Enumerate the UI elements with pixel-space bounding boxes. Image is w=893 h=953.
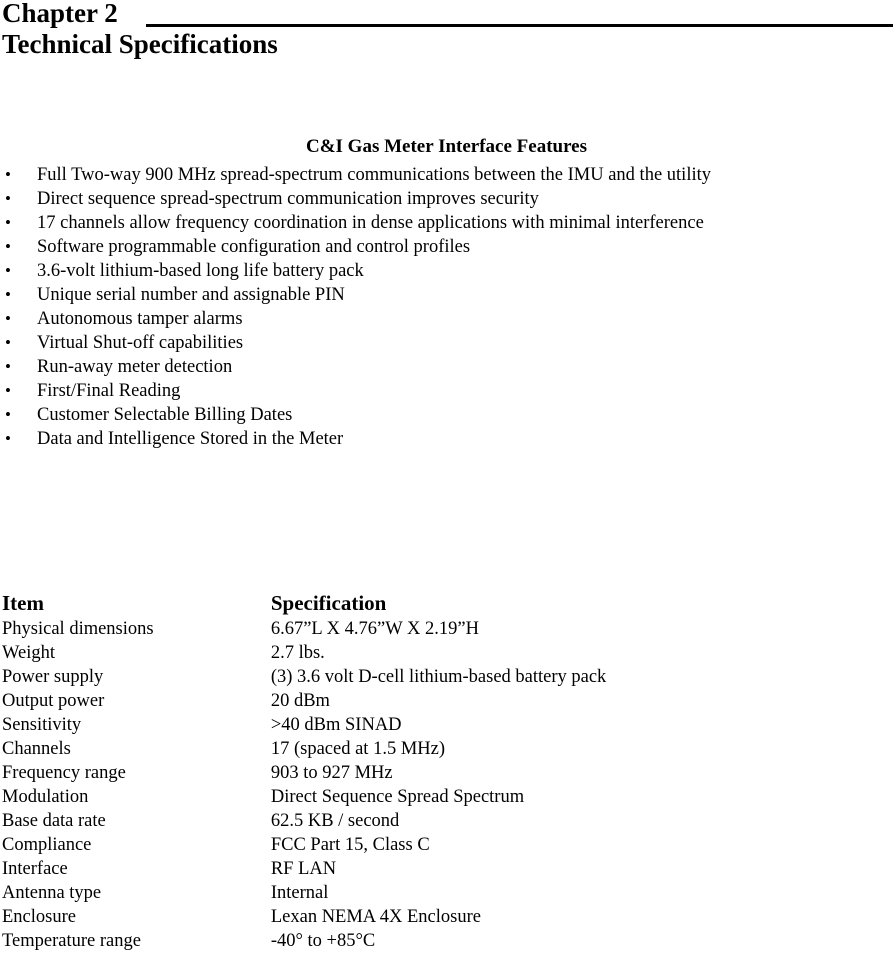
- bullet-icon: •: [5, 405, 11, 424]
- spec-cell-specification: 17 (spaced at 1.5 MHz): [270, 739, 445, 759]
- spec-cell-item: Physical dimensions: [2, 619, 154, 639]
- bullet-icon: •: [5, 333, 11, 352]
- bullet-icon: •: [5, 285, 11, 304]
- feature-item-label: Software programmable configuration and …: [37, 237, 471, 257]
- feature-item-label: First/Final Reading: [37, 381, 181, 401]
- spec-cell-item: Temperature range: [2, 931, 141, 951]
- spec-cell-specification: 6.67”L X 4.76”W X 2.19”H: [270, 619, 479, 639]
- bullet-icon: •: [5, 237, 11, 256]
- spec-cell-specification: 903 to 927 MHz: [270, 763, 393, 783]
- feature-list-item: • Full Two-way 900 MHz spread-spectrum co…: [0, 163, 893, 187]
- header-divider-rule: [146, 24, 893, 27]
- bullet-icon: •: [5, 381, 11, 400]
- chapter-label: Chapter 2: [2, 0, 118, 28]
- table-row: Enclosure Lexan NEMA 4X Enclosure: [0, 905, 893, 929]
- spec-cell-specification: FCC Part 15, Class C: [270, 835, 430, 855]
- feature-list-item: • Data and Intelligence Stored in the Met…: [0, 427, 893, 451]
- table-row: Antenna type Internal: [0, 881, 893, 905]
- spec-cell-specification: -40° to +85°C: [270, 931, 376, 951]
- table-row: Sensitivity >40 dBm SINAD: [0, 713, 893, 737]
- spec-table-header-row: Item Specification: [0, 590, 893, 617]
- bullet-icon: •: [5, 429, 11, 448]
- feature-list-item: • Direct sequence spread-spectrum communi…: [0, 187, 893, 211]
- feature-list-item: • 3.6-volt lithium-based long life batter…: [0, 259, 893, 283]
- feature-item-label: Customer Selectable Billing Dates: [37, 405, 293, 425]
- spec-cell-item: Power supply: [2, 667, 104, 687]
- table-row: Temperature range -40° to +85°C: [0, 929, 893, 953]
- feature-item-label: Autonomous tamper alarms: [37, 309, 243, 329]
- feature-list-item: • 17 channels allow frequency coordinatio…: [0, 211, 893, 235]
- table-row: Interface RF LAN: [0, 857, 893, 881]
- table-row: Weight 2.7 lbs.: [0, 641, 893, 665]
- spec-cell-item: Weight: [2, 643, 55, 663]
- table-row: Modulation Direct Sequence Spread Spectru…: [0, 785, 893, 809]
- table-row: Power supply (3) 3.6 volt D-cell lithium-…: [0, 665, 893, 689]
- table-row: Base data rate 62.5 KB / second: [0, 809, 893, 833]
- spec-cell-item: Compliance: [2, 835, 92, 855]
- feature-item-label: Virtual Shut-off capabilities: [37, 333, 244, 353]
- spec-table-head: Item Specification: [0, 590, 893, 617]
- bullet-icon: •: [5, 357, 11, 376]
- spec-cell-item: Frequency range: [2, 763, 126, 783]
- bullet-icon: •: [5, 213, 11, 232]
- feature-list-item: • Autonomous tamper alarms: [0, 307, 893, 331]
- spec-cell-specification: Lexan NEMA 4X Enclosure: [270, 907, 481, 927]
- table-row: Physical dimensions 6.67”L X 4.76”W X 2.1…: [0, 617, 893, 641]
- spec-cell-item: Enclosure: [2, 907, 76, 927]
- feature-item-label: Direct sequence spread-spectrum communic…: [37, 189, 539, 209]
- table-row: Channels 17 (spaced at 1.5 MHz): [0, 737, 893, 761]
- feature-item-label: Run-away meter detection: [37, 357, 233, 377]
- spec-cell-specification: Internal: [270, 883, 329, 903]
- bullet-icon: •: [5, 261, 11, 280]
- feature-item-label: Unique serial number and assignable PIN: [37, 285, 345, 305]
- bullet-icon: •: [5, 165, 11, 184]
- feature-list: • Full Two-way 900 MHz spread-spectrum co…: [0, 163, 893, 451]
- chapter-subtitle: Technical Specifications: [2, 29, 278, 59]
- feature-list-item: • Unique serial number and assignable PIN: [0, 283, 893, 307]
- table-row: Compliance FCC Part 15, Class C: [0, 833, 893, 857]
- spec-cell-item: Antenna type: [2, 883, 102, 903]
- spec-cell-specification: >40 dBm SINAD: [270, 715, 402, 735]
- feature-item-label: Full Two-way 900 MHz spread-spectrum com…: [37, 165, 711, 185]
- chapter-header: Chapter 2 Technical Specifications: [0, 0, 893, 59]
- feature-list-item: • Customer Selectable Billing Dates: [0, 403, 893, 427]
- spec-cell-item: Output power: [2, 691, 105, 711]
- spec-cell-specification: 2.7 lbs.: [270, 643, 325, 663]
- table-row: Output power 20 dBm: [0, 689, 893, 713]
- spec-cell-item: Modulation: [2, 787, 89, 807]
- spec-cell-item: Interface: [2, 859, 68, 879]
- spec-cell-specification: (3) 3.6 volt D-cell lithium-based batter…: [270, 667, 607, 687]
- spec-cell-item: Sensitivity: [2, 715, 82, 735]
- feature-item-label: 3.6-volt lithium-based long life battery…: [37, 261, 364, 281]
- features-heading: C&I Gas Meter Interface Features: [305, 136, 588, 157]
- feature-list-item: • Virtual Shut-off capabilities: [0, 331, 893, 355]
- spec-cell-specification: RF LAN: [270, 859, 337, 879]
- feature-list-item: • Run-away meter detection: [0, 355, 893, 379]
- spec-header-item: Item: [2, 591, 44, 615]
- chapter-title-row: Chapter 2: [0, 0, 893, 29]
- spec-cell-specification: Direct Sequence Spread Spectrum: [270, 787, 525, 807]
- spec-cell-item: Channels: [2, 739, 71, 759]
- spec-cell-specification: 20 dBm: [270, 691, 330, 711]
- bullet-icon: •: [5, 309, 11, 328]
- specification-table: Item Specification Physical dimensions 6.…: [0, 590, 893, 953]
- table-row: Frequency range 903 to 927 MHz: [0, 761, 893, 785]
- feature-list-item: • Software programmable configuration and…: [0, 235, 893, 259]
- feature-list-item: • First/Final Reading: [0, 379, 893, 403]
- spec-header-specification: Specification: [270, 591, 387, 615]
- feature-item-label: 17 channels allow frequency coordination…: [37, 213, 704, 233]
- spec-cell-item: Base data rate: [2, 811, 106, 831]
- feature-item-label: Data and Intelligence Stored in the Mete…: [37, 429, 344, 449]
- spec-table-body: Physical dimensions 6.67”L X 4.76”W X 2.1…: [0, 617, 893, 953]
- spec-cell-specification: 62.5 KB / second: [270, 811, 400, 831]
- bullet-icon: •: [5, 189, 11, 208]
